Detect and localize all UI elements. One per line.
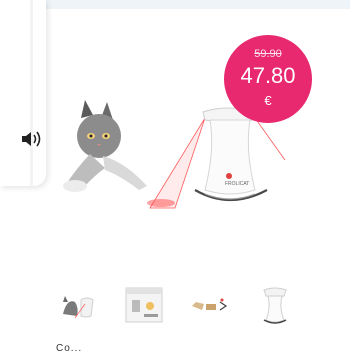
laser-device-shape: FROLICAT: [194, 107, 268, 201]
top-strip: [0, 0, 350, 9]
sidebar-tab[interactable]: [0, 0, 46, 186]
price-badge: 59.90 47.80 €: [224, 35, 312, 123]
currency: €: [264, 93, 272, 108]
thumbnail-accessories[interactable]: [186, 284, 232, 326]
new-price: 47.80: [240, 63, 296, 88]
thumbnail-cat-with-toy[interactable]: [55, 284, 101, 326]
thumbnail-device[interactable]: [252, 284, 298, 326]
cat-shape: [63, 100, 147, 192]
sound-icon[interactable]: [20, 128, 44, 150]
thumbnail-product-box[interactable]: [122, 284, 168, 326]
old-price: 59.90: [254, 48, 282, 60]
device-logo: FROLICAT: [225, 181, 249, 187]
sidebar-divider: [30, 0, 33, 186]
description-text-partial: Co...: [56, 343, 83, 353]
